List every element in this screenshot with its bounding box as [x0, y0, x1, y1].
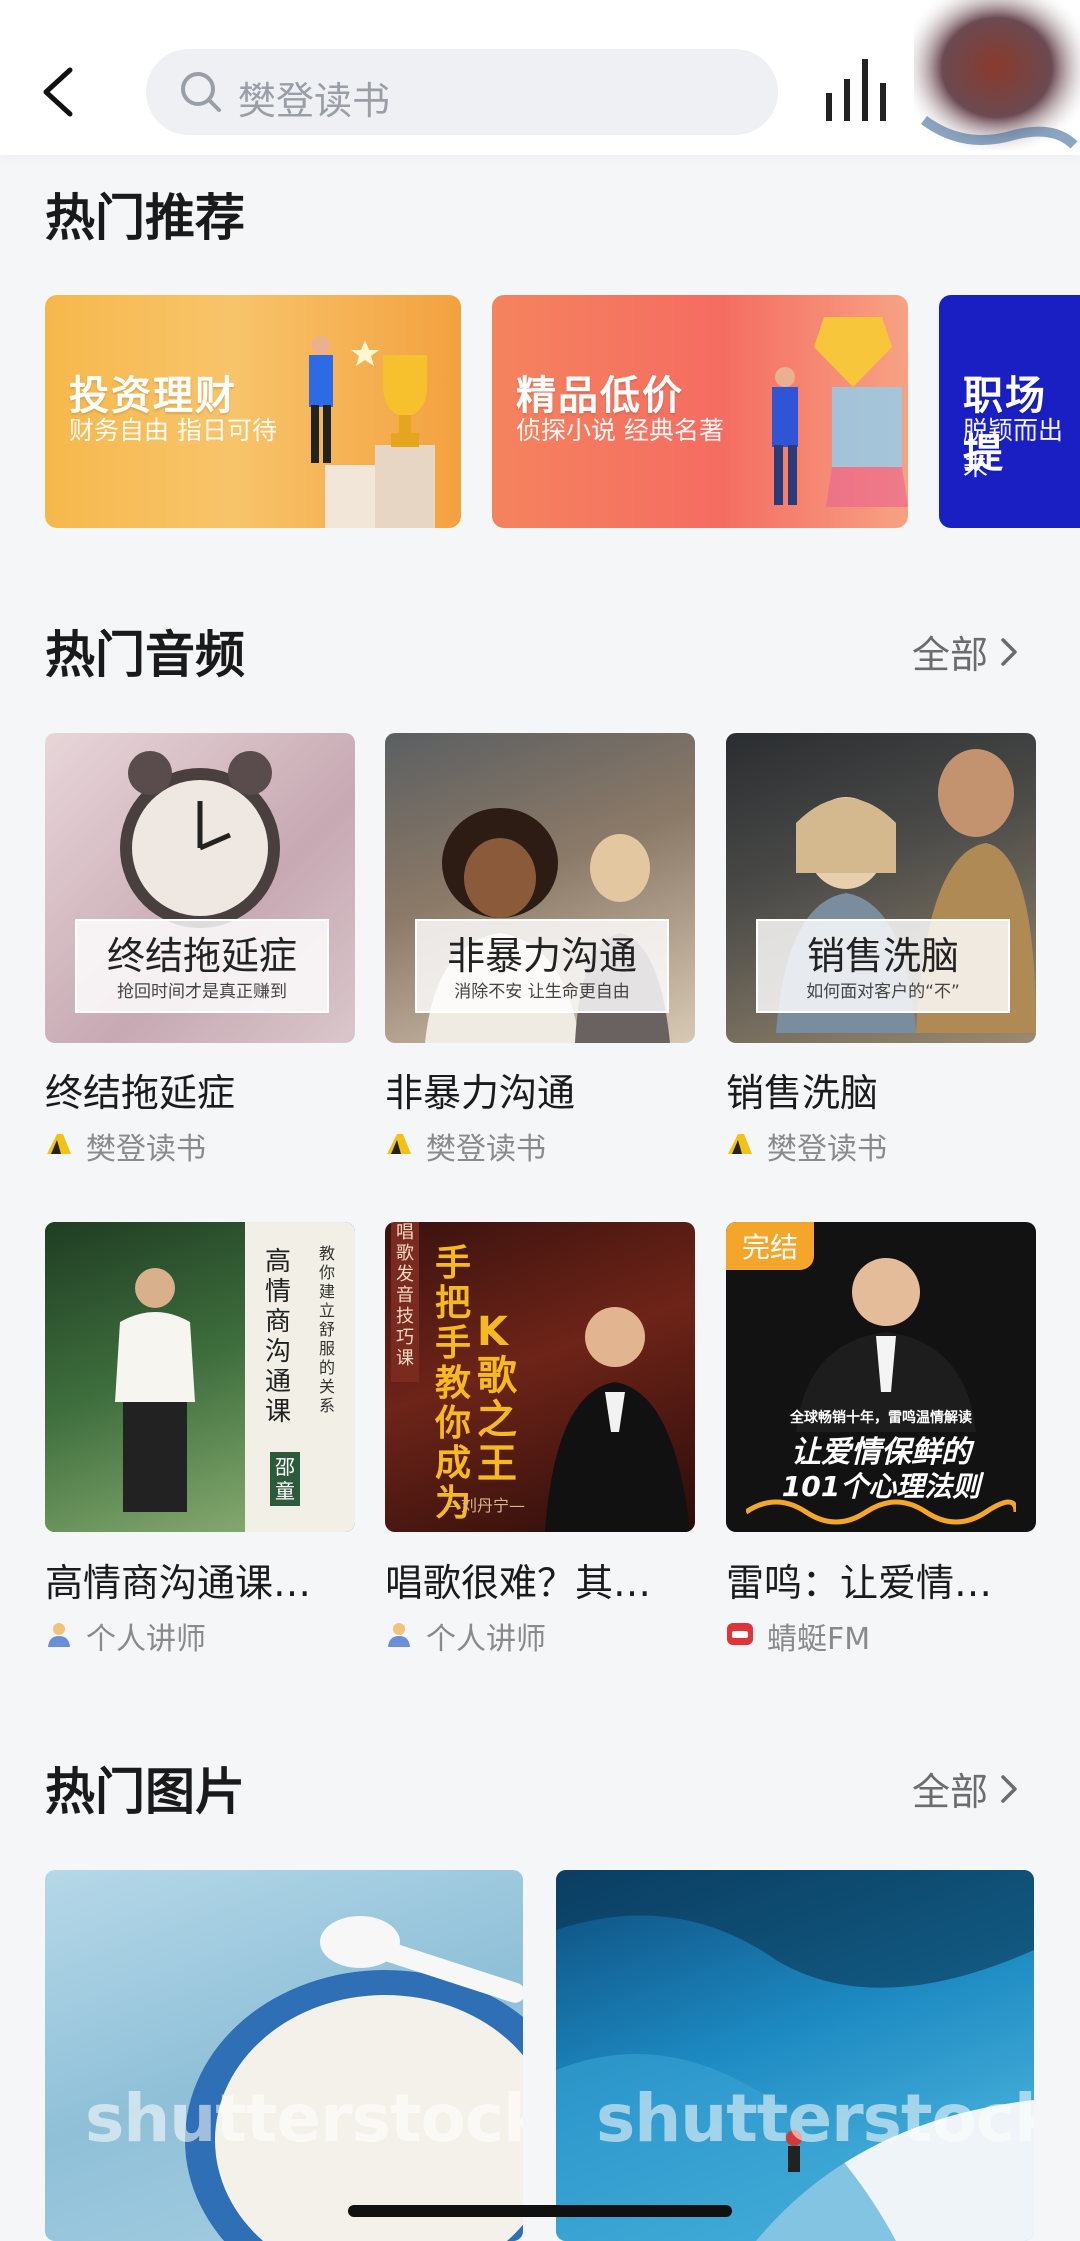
images-more-link[interactable]: 全部 — [912, 1761, 1020, 1816]
chevron-right-icon — [1001, 637, 1017, 666]
image-card-ice-cave[interactable]: shutterstock — [556, 1870, 1034, 2241]
singer-illustration — [545, 1307, 690, 1532]
image-card-yogurt[interactable]: shutterstock — [45, 1870, 523, 2241]
more-label: 全部 — [912, 633, 989, 677]
audio-item-source: 樊登读书 — [86, 1132, 206, 1167]
audio-item-title[interactable]: 销售洗脑 — [726, 1062, 878, 1117]
cover-line1: 全球畅销十年，雷鸣温情解读 — [790, 1410, 972, 1426]
banner-subtitle: 侦探小说 经典名著 — [516, 416, 724, 445]
audio-item-title[interactable]: 雷鸣：让爱情… — [726, 1552, 992, 1607]
search-icon — [181, 72, 221, 112]
audio-item-title[interactable]: 高情商沟通课… — [45, 1552, 311, 1607]
audio-item-source: 个人讲师 — [86, 1622, 206, 1657]
person-illustration — [115, 1268, 195, 1512]
cover-plate: 销售洗脑 如何面对客户的“不” — [756, 919, 1010, 1013]
audio-cover-love[interactable]: 完结 全球畅销十年，雷鸣温情解读 让爱情保鲜的 101个心理法则 — [726, 1222, 1036, 1532]
cover-title: 非暴力沟通 — [446, 934, 637, 978]
cover-subtitle: 消除不安 让生命更自由 — [454, 982, 630, 1002]
gem-illustration — [772, 317, 908, 507]
cover-title: 销售洗脑 — [806, 934, 959, 978]
speaker-illustration — [796, 1258, 976, 1432]
audio-item-source: 樊登读书 — [767, 1132, 887, 1167]
more-label: 全部 — [912, 1770, 989, 1814]
image-watermark: shutterstock — [596, 2080, 1034, 2157]
audio-more-link[interactable]: 全部 — [912, 624, 1020, 679]
user-avatar[interactable] — [904, 0, 1080, 155]
ice-cave-illustration — [556, 1870, 1034, 2241]
sound-wave-decoration — [746, 1499, 1016, 1525]
cover-author: —刘丹宁— — [445, 1496, 526, 1515]
banner-deals[interactable]: 精品低价 侦探小说 经典名著 — [492, 295, 908, 528]
audio-cover-singing[interactable]: 唱歌发音技巧课 手把手教你成为 K歌之王 —刘丹宁— — [385, 1222, 695, 1532]
audio-item-title[interactable]: 唱歌很难？其… — [385, 1552, 651, 1607]
yogurt-bowl-illustration — [185, 1916, 523, 2241]
image-watermark: shutterstock — [85, 2080, 523, 2157]
audio-item-title[interactable]: 终结拖延症 — [45, 1062, 235, 1117]
audio-item-source: 蜻蜓FM — [767, 1622, 871, 1657]
cover-plate: 非暴力沟通 消除不安 让生命更自由 — [415, 919, 669, 1013]
fandeng-logo-icon — [387, 1134, 411, 1154]
cover-subtitle: 如何面对客户的“不” — [806, 982, 960, 1002]
cover-panel — [245, 1222, 355, 1532]
cover-subtitle: 抢回时间才是真正赚到 — [117, 982, 287, 1002]
audio-cover-procrastination[interactable]: 终结拖延症 抢回时间才是真正赚到 — [45, 733, 355, 1043]
audio-section-title: 热门音频 — [45, 626, 245, 684]
cover-side-text: 唱歌发音技巧课 — [391, 1222, 419, 1382]
images-section-title: 热门图片 — [45, 1763, 245, 1821]
banner-investment[interactable]: 投资理财 财务自由 指日可待 — [45, 295, 461, 528]
cover-title-vertical: 高情商沟通课 — [265, 1247, 292, 1427]
audio-bars-icon[interactable] — [822, 57, 894, 123]
qingting-fm-icon — [727, 1623, 753, 1645]
banner-subtitle: 财务自由 指日可待 — [69, 416, 277, 445]
chevron-right-icon — [1001, 1774, 1017, 1803]
back-arrow-icon[interactable] — [32, 62, 92, 122]
audio-cover-nonviolent[interactable]: 非暴力沟通 消除不安 让生命更自由 — [385, 733, 695, 1043]
alarm-clock-illustration — [120, 751, 280, 928]
audio-cover-sales[interactable]: 销售洗脑 如何面对客户的“不” — [726, 733, 1036, 1043]
recommend-section-title: 热门推荐 — [45, 189, 245, 247]
cover-side-text: 教你建立舒服的关系 — [319, 1244, 336, 1415]
audio-cover-eq-communication[interactable]: 高情商沟通课 教你建立舒服的关系 邵童 — [45, 1222, 355, 1532]
fandeng-logo-icon — [47, 1134, 71, 1154]
search-input[interactable]: 樊登读书 — [238, 70, 390, 125]
cover-big-text: K歌之王 — [477, 1309, 517, 1487]
lecturer-icon — [48, 1623, 70, 1647]
banner-career[interactable]: 职场提 脱颖而出 未 — [939, 295, 1080, 528]
fandeng-logo-icon — [728, 1134, 752, 1154]
audio-item-source: 个人讲师 — [426, 1622, 546, 1657]
home-indicator — [348, 2205, 732, 2217]
audio-item-title[interactable]: 非暴力沟通 — [385, 1062, 575, 1117]
cover-title: 终结拖延症 — [106, 934, 297, 978]
cover-title-vertical: 手把手教你成为 — [435, 1243, 472, 1524]
cover-plate: 终结拖延症 抢回时间才是真正赚到 — [75, 919, 329, 1013]
audio-item-source: 樊登读书 — [426, 1132, 546, 1167]
trophy-illustration — [309, 336, 435, 528]
lecturer-icon — [388, 1623, 410, 1647]
banner-subtitle: 脱颖而出 未 — [963, 416, 1064, 481]
cover-author: 邵童 — [270, 1452, 300, 1506]
